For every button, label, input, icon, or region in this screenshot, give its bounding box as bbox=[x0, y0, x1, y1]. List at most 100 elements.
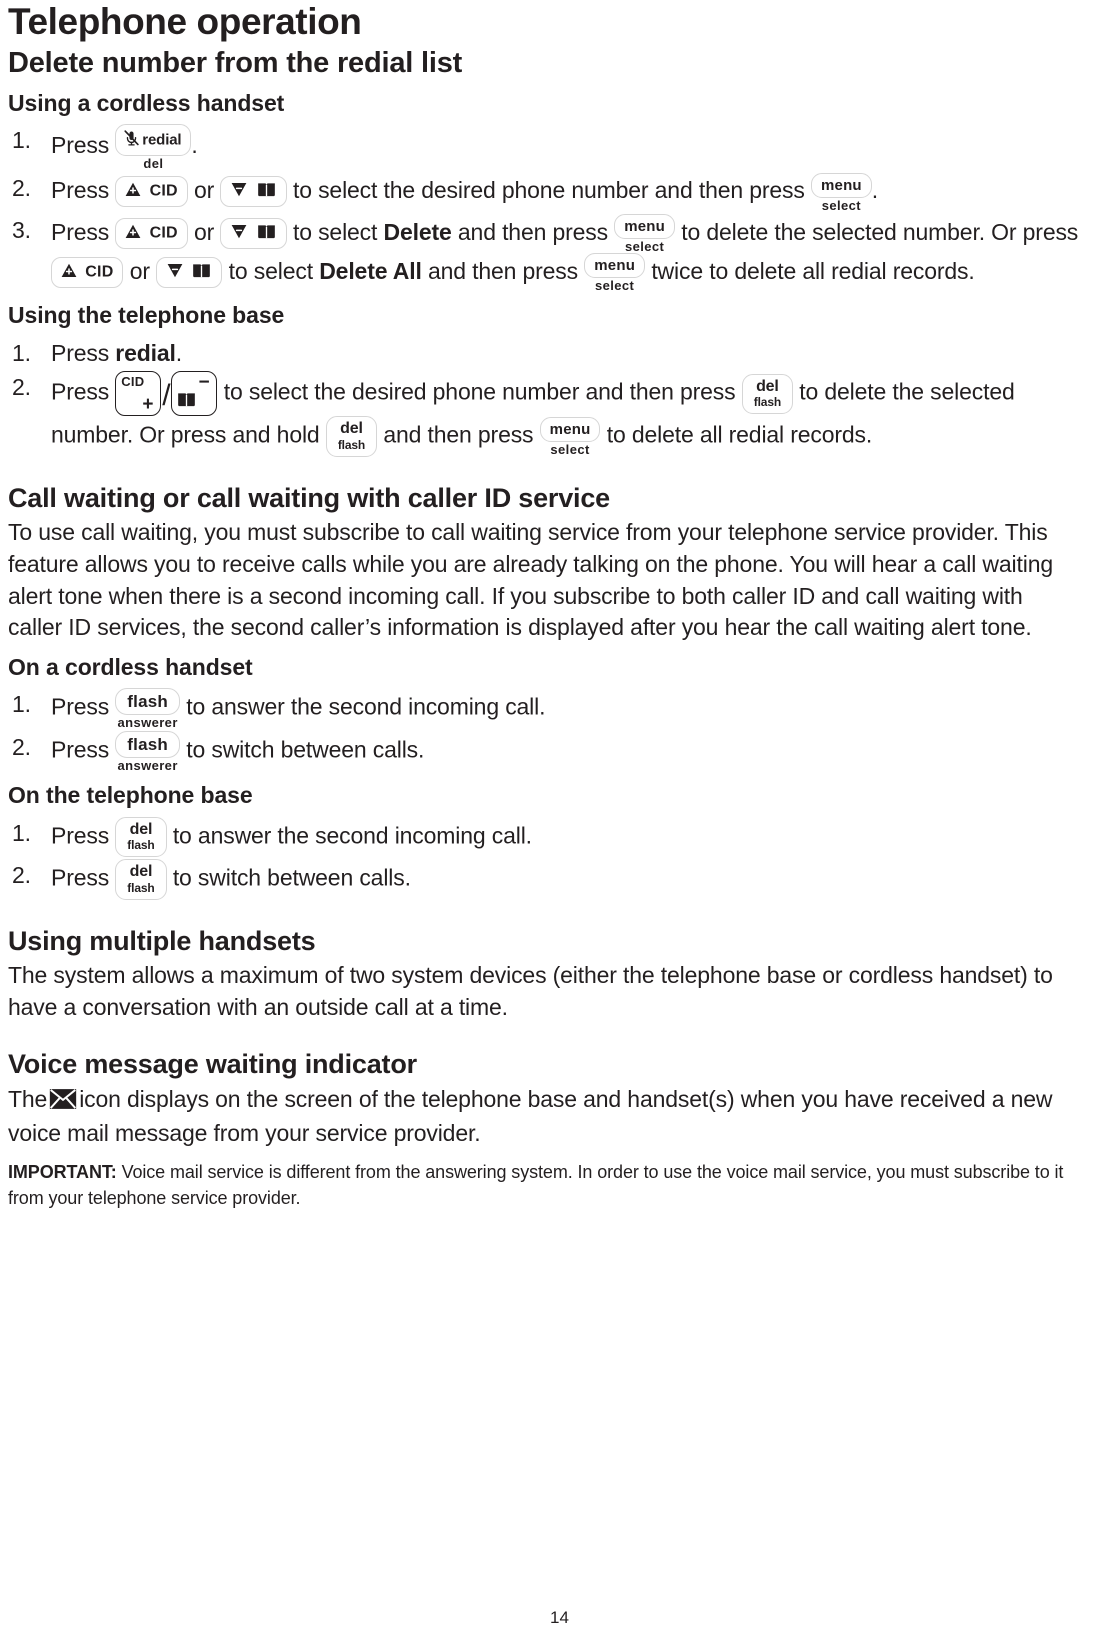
triangle-up-plus-icon bbox=[125, 183, 145, 201]
subsection-on-cordless-handset: On a cordless handset bbox=[8, 654, 253, 681]
key-cid-up[interactable]: CID bbox=[115, 176, 188, 208]
important-label: IMPORTANT: bbox=[8, 1162, 117, 1183]
key-label-cid: CID bbox=[121, 374, 145, 390]
list-item: 1. Press flash answerer to answer the se… bbox=[8, 688, 1081, 729]
key-down-phonebook[interactable] bbox=[220, 176, 287, 208]
step-text-select2: to select bbox=[228, 257, 313, 284]
step-text-andthen2: and then press bbox=[427, 257, 578, 284]
voice-message-paragraph: The icon displays on the screen of the t… bbox=[8, 1084, 1081, 1150]
section-title-multiple-handsets: Using multiple handsets bbox=[8, 925, 316, 956]
text-before-icon: The bbox=[8, 1085, 48, 1112]
key-flash-answerer[interactable]: flash answerer bbox=[115, 688, 180, 729]
step-text: Press bbox=[51, 176, 110, 203]
key-label-redial: redial bbox=[115, 339, 176, 366]
triangle-down-minus-icon bbox=[231, 183, 251, 201]
step-text-or: or bbox=[194, 218, 215, 245]
key-sublabel: flash bbox=[127, 880, 155, 895]
important-note: IMPORTANT: Voice mail service is differe… bbox=[8, 1160, 1081, 1211]
list-item: 2. Press CID + / − to select the desired… bbox=[8, 371, 1081, 457]
key-label: redial bbox=[142, 131, 182, 149]
key-del-flash[interactable]: del flash bbox=[115, 859, 167, 900]
key-del-flash[interactable]: del flash bbox=[741, 373, 794, 415]
envelope-icon bbox=[49, 1087, 77, 1119]
triangle-up-plus-icon bbox=[61, 263, 81, 282]
key-menu-select[interactable]: menu select bbox=[584, 253, 646, 294]
step-text-end: to delete all redial records. bbox=[606, 421, 873, 448]
key-cid-up[interactable]: CID bbox=[51, 257, 124, 289]
section-title-delete-redial: Delete number from the redial list bbox=[8, 46, 463, 79]
key-cid-plus[interactable]: CID + bbox=[115, 371, 162, 417]
key-sublabel: select bbox=[821, 197, 862, 213]
key-label: del bbox=[129, 820, 153, 838]
call-waiting-paragraph: To use call waiting, you must subscribe … bbox=[8, 519, 1053, 641]
key-cap[interactable]: flash bbox=[115, 688, 180, 716]
step-text-end: to answer the second incoming call. bbox=[186, 693, 546, 720]
key-cap[interactable]: menu bbox=[614, 213, 676, 239]
key-sublabel: flash bbox=[753, 394, 782, 409]
key-label: CID bbox=[149, 182, 178, 200]
mute-microphone-icon bbox=[123, 130, 140, 150]
key-sublabel: select bbox=[595, 278, 635, 294]
step-text-end: . bbox=[191, 132, 198, 159]
key-label: del bbox=[129, 863, 153, 881]
key-label: menu bbox=[594, 257, 636, 275]
step-number: 1. bbox=[12, 339, 31, 366]
chapter-title: Telephone operation bbox=[8, 1, 362, 42]
list-item: 1. Press redial. bbox=[8, 337, 1081, 370]
key-label: menu bbox=[820, 176, 862, 194]
key-cid-plus-book-minus[interactable]: CID + / − bbox=[115, 371, 218, 417]
key-sublabel: del bbox=[143, 156, 164, 172]
step-number: 2. bbox=[12, 374, 31, 401]
key-cap[interactable]: menu bbox=[810, 172, 872, 198]
phonebook-icon bbox=[257, 183, 276, 201]
key-sublabel: flash bbox=[337, 437, 366, 452]
triangle-up-plus-icon bbox=[125, 224, 145, 243]
step-text-mid: to select the desired phone number and t… bbox=[292, 176, 805, 203]
phonebook-icon bbox=[257, 225, 276, 243]
step-text-end: . bbox=[175, 339, 183, 366]
key-label-plus: + bbox=[142, 394, 154, 416]
key-menu-select[interactable]: menu select bbox=[810, 172, 872, 213]
section-title-call-waiting: Call waiting or call waiting with caller… bbox=[8, 482, 610, 513]
key-sublabel: answerer bbox=[117, 715, 178, 731]
important-text: Voice mail service is different from the… bbox=[8, 1162, 1064, 1208]
key-cap[interactable]: redial bbox=[115, 124, 192, 157]
key-del-flash[interactable]: del flash bbox=[115, 816, 167, 858]
subsection-using-cordless-handset: Using a cordless handset bbox=[8, 89, 285, 116]
document-page: Telephone operation Delete number from t… bbox=[0, 0, 1119, 1650]
key-redial-del[interactable]: redial del bbox=[115, 124, 192, 172]
key-flash-answerer[interactable]: flash answerer bbox=[115, 731, 180, 772]
step-text-or: or bbox=[194, 176, 215, 203]
key-menu-select[interactable]: menu select bbox=[539, 417, 601, 456]
step-text-or2: or bbox=[129, 257, 150, 284]
list-item: 2. Press CID or to select the desired ph… bbox=[8, 172, 1081, 213]
key-cap[interactable]: menu bbox=[584, 253, 646, 279]
key-menu-select[interactable]: menu select bbox=[614, 213, 676, 253]
step-text: Press bbox=[51, 218, 110, 245]
list-item: 1. Press redial del . bbox=[8, 124, 1081, 170]
step-text: Press bbox=[51, 693, 110, 720]
subsection-using-telephone-base: Using the telephone base bbox=[8, 302, 285, 329]
step-text: Press bbox=[51, 378, 110, 405]
phonebook-icon bbox=[192, 264, 211, 282]
key-sublabel: flash bbox=[127, 837, 155, 852]
step-number: 1. bbox=[12, 127, 31, 154]
key-cid-up[interactable]: CID bbox=[115, 217, 188, 249]
key-label: flash bbox=[127, 692, 168, 712]
step-text: Press bbox=[51, 736, 110, 763]
menu-option-delete: Delete bbox=[383, 218, 452, 245]
key-down-phonebook[interactable] bbox=[156, 257, 223, 289]
step-text: Press bbox=[51, 822, 110, 849]
key-cap[interactable]: flash bbox=[115, 731, 180, 759]
key-label: flash bbox=[127, 735, 168, 755]
list-item: 3. Press CID or to select Delete and the… bbox=[8, 213, 1081, 294]
steps-cordless-call-waiting: 1. Press flash answerer to answer the se… bbox=[8, 688, 1081, 772]
steps-base-call-waiting: 1. Press del flash to answer the second … bbox=[8, 816, 1081, 900]
key-book-minus[interactable]: − bbox=[171, 371, 218, 417]
key-del-flash[interactable]: del flash bbox=[325, 416, 378, 457]
list-item: 2. Press del flash to switch between cal… bbox=[8, 859, 1081, 900]
key-cap[interactable]: menu bbox=[539, 417, 601, 443]
step-number: 3. bbox=[12, 216, 31, 243]
step-text: Press bbox=[51, 864, 110, 891]
key-down-phonebook[interactable] bbox=[220, 217, 287, 249]
